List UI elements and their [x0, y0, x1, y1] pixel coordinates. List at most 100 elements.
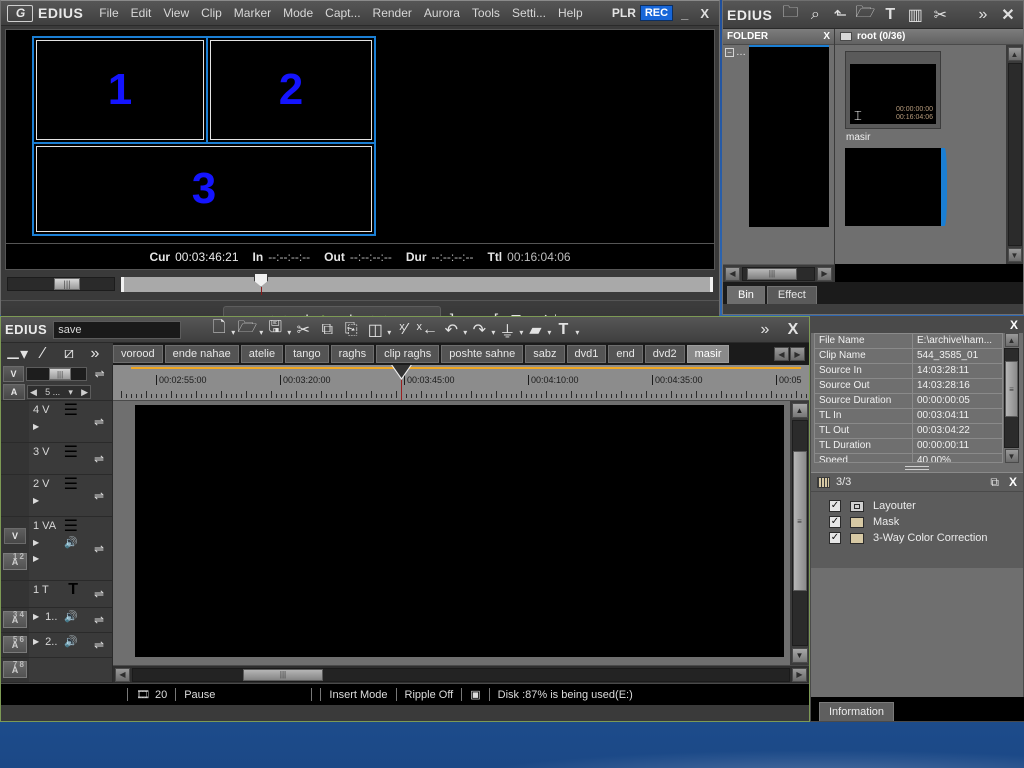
folder-hscroll-track[interactable]: |||: [742, 266, 815, 281]
color-bars-icon[interactable]: ▥: [904, 5, 926, 25]
monitor-icon[interactable]: ▣: [470, 688, 480, 701]
sequence-prev-icon[interactable]: ◀: [774, 347, 789, 361]
status-ripple-mode[interactable]: Ripple Off: [405, 689, 454, 701]
effects-expand-icon[interactable]: ⧉: [990, 475, 999, 490]
track-head-1va[interactable]: V A 1 2 1 VA ☰ ▶ 🔊 ▶ ⇌: [1, 517, 112, 581]
preview-box-2[interactable]: 2: [206, 36, 376, 144]
track-a2-audio-chip[interactable]: A 5 6: [3, 636, 27, 654]
track-1va-speaker-icon[interactable]: 🔊: [64, 536, 78, 549]
add-transition-icon[interactable]: ⏚: [495, 319, 519, 341]
clip-vscroll-down-icon[interactable]: ▼: [1007, 248, 1022, 262]
info-panel-close-icon[interactable]: X: [1010, 318, 1018, 332]
bin-close-icon[interactable]: ✕: [997, 5, 1019, 25]
track-1va-link-icon[interactable]: ⇌: [86, 517, 112, 579]
sequence-tab-dvd1[interactable]: dvd1: [566, 345, 607, 363]
redo-icon[interactable]: ↷: [467, 319, 491, 341]
effect-checkbox[interactable]: ✓: [829, 500, 841, 512]
player-preview[interactable]: 1 2 3: [5, 29, 715, 244]
minimize-button[interactable]: _: [677, 6, 692, 21]
video-channel-chip[interactable]: V: [3, 366, 25, 382]
sequence-tab-atelie[interactable]: atelie: [240, 345, 284, 363]
clip-area[interactable]: ⌶ 00:00:00:00 00:16:04:06 masir ▲ ▼: [835, 45, 1023, 264]
up-folder-icon[interactable]: ⬑: [829, 5, 851, 25]
track-1va-audio-chip[interactable]: A 1 2: [3, 553, 27, 571]
timeline-close-icon[interactable]: X: [781, 319, 805, 341]
track-a1-speaker-icon[interactable]: 🔊: [64, 610, 78, 623]
track-1t-title-icon[interactable]: T: [68, 581, 78, 599]
timeline-hscroll-track[interactable]: |||: [132, 667, 790, 682]
track-4v-type-icon[interactable]: ☰: [64, 400, 78, 420]
delete-gap-icon[interactable]: ˣ⁄: [391, 319, 415, 341]
clip-vscrollbar[interactable]: ▲ ▼: [1006, 45, 1023, 264]
folder-tree[interactable]: − …: [723, 45, 834, 264]
sequence-next-icon[interactable]: ▶: [790, 347, 805, 361]
track-4v-expander-icon[interactable]: ▶: [33, 422, 39, 431]
timeline-zoom-slider[interactable]: |||: [26, 367, 88, 381]
timeline-zoom-select[interactable]: ◀ 5 ... ▾ ▶: [27, 385, 91, 399]
sequence-tab-masir[interactable]: masir: [686, 345, 730, 363]
tree-collapse-icon[interactable]: −: [725, 48, 734, 57]
menu-item-mode[interactable]: Mode: [277, 3, 319, 23]
rec-badge[interactable]: REC: [639, 5, 674, 21]
bin-clip-item-2[interactable]: [845, 148, 947, 226]
timecode-out-value[interactable]: --:--:--:--: [350, 250, 392, 264]
sequence-tab-raghs[interactable]: raghs: [330, 345, 375, 363]
menu-item-aurora[interactable]: Aurora: [418, 3, 466, 23]
track-4v-link-icon[interactable]: ⇌: [86, 401, 112, 442]
menu-item-render[interactable]: Render: [367, 3, 418, 23]
track-1va-expander2-icon[interactable]: ▶: [33, 554, 39, 563]
effect-item-layouter[interactable]: ✓ Layouter: [811, 498, 1023, 514]
timeline-empty-canvas[interactable]: [135, 405, 784, 657]
zoom-select-caret-icon[interactable]: ▾: [68, 387, 73, 398]
sequence-tab-clip-raghs[interactable]: clip raghs: [376, 345, 440, 363]
bin-clip-thumbnail[interactable]: ⌶ 00:00:00:00 00:16:04:06: [845, 51, 941, 129]
info-vscroll-thumb[interactable]: ≡: [1005, 361, 1018, 417]
open-folder-icon[interactable]: 🗁: [854, 4, 876, 25]
ripple-mode-icon[interactable]: ⁄: [31, 344, 55, 364]
folder-pane-close-icon[interactable]: X: [823, 31, 830, 42]
overwrite-mode-icon[interactable]: ⚊▾: [5, 344, 29, 364]
chevrons-icon[interactable]: »: [972, 5, 994, 25]
timeline-vscroll-thumb[interactable]: ≡: [792, 451, 807, 591]
track-a1-link-icon[interactable]: ⇌: [86, 608, 112, 632]
menu-item-marker[interactable]: Marker: [228, 3, 277, 23]
cut-icon[interactable]: ✂: [929, 5, 951, 25]
add-title-icon[interactable]: T: [551, 319, 575, 341]
timecode-in-value[interactable]: --:--:--:--: [268, 250, 310, 264]
menu-item-clip[interactable]: Clip: [195, 3, 228, 23]
track-head-a3[interactable]: A 7 8: [1, 657, 112, 683]
sequence-tab-end[interactable]: end: [608, 345, 643, 363]
folder-hscroll-left-icon[interactable]: ◀: [725, 266, 740, 281]
ripple-delete-icon[interactable]: ˣ←: [415, 319, 439, 341]
sync-lock-icon[interactable]: ⧄: [57, 344, 81, 364]
tab-bin[interactable]: Bin: [727, 286, 765, 304]
menu-item-file[interactable]: File: [93, 3, 124, 23]
folder-hscrollbar[interactable]: ◀ ||| ▶: [723, 264, 834, 282]
new-project-icon[interactable]: 🗋: [207, 319, 231, 341]
clip-vscroll-up-icon[interactable]: ▲: [1007, 47, 1022, 61]
sequence-tab-vorood[interactable]: vorood: [113, 345, 163, 363]
timeline-hscroll-left-icon[interactable]: ◀: [115, 667, 130, 682]
track-a3-audio-chip[interactable]: A 7 8: [3, 661, 27, 679]
track-3v-link-icon[interactable]: ⇌: [86, 443, 112, 474]
effect-item-mask[interactable]: ✓ Mask: [811, 514, 1023, 530]
sequence-tab-ende-nahae[interactable]: ende nahae: [164, 345, 239, 363]
preview-box-3[interactable]: 3: [32, 142, 376, 236]
track-a2-speaker-icon[interactable]: 🔊: [64, 635, 78, 648]
menu-item-capture[interactable]: Capt...: [319, 3, 366, 23]
timeline-ruler[interactable]: 00:02:55:00 00:03:20:00 00:03:45:00 00:0…: [113, 365, 809, 401]
track-head-2v[interactable]: 2 V ☰ ▶ ⇌: [1, 475, 112, 518]
effect-checkbox[interactable]: ✓: [829, 516, 841, 528]
track-head-1t[interactable]: 1 T T ⇌: [1, 580, 112, 608]
timecode-dur-value[interactable]: --:--:--:--: [432, 250, 474, 264]
track-1t-link-icon[interactable]: ⇌: [86, 581, 112, 607]
menu-item-settings[interactable]: Setti...: [506, 3, 552, 23]
title-icon[interactable]: T: [879, 5, 901, 25]
track-a2-expander-icon[interactable]: ▶: [33, 637, 39, 646]
tab-effect[interactable]: Effect: [766, 286, 817, 304]
preview-box-1[interactable]: 1: [32, 36, 208, 144]
status-edit-mode[interactable]: Insert Mode: [329, 689, 387, 701]
cut-icon[interactable]: ✂: [291, 319, 315, 341]
track-1va-expander-icon[interactable]: ▶: [33, 538, 39, 547]
sequence-tab-dvd2[interactable]: dvd2: [644, 345, 685, 363]
